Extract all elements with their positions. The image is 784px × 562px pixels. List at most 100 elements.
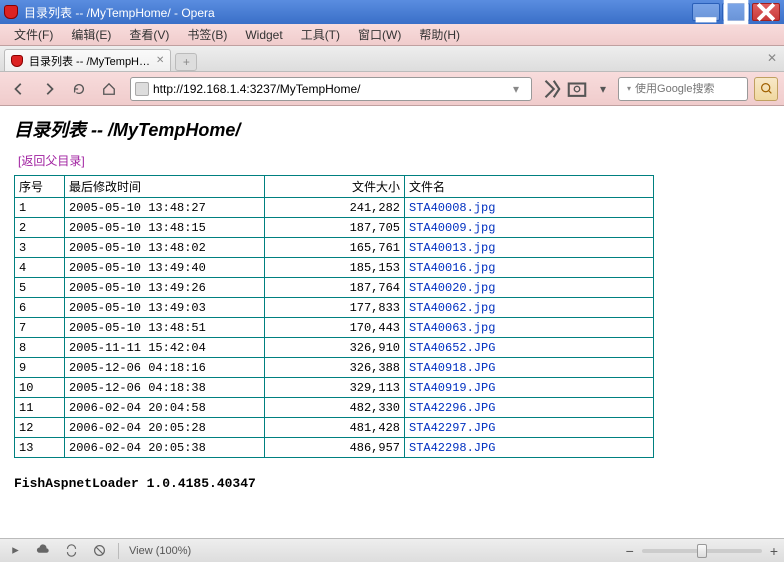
file-link[interactable]: STA42296.JPG — [409, 401, 495, 415]
zoom-slider-knob[interactable] — [697, 544, 707, 558]
zoom-in-icon[interactable]: + — [770, 543, 778, 559]
search-box[interactable]: ▾ — [618, 77, 748, 101]
block-icon[interactable] — [90, 542, 108, 560]
navigation-bar: ▾ ▾ ▾ — [0, 72, 784, 106]
menu-bookmarks[interactable]: 书签(B) — [179, 24, 235, 45]
zoom-slider[interactable] — [642, 549, 762, 553]
url-dropdown-icon[interactable]: ▾ — [513, 82, 527, 96]
cell-size: 185,153 — [265, 258, 405, 278]
cell-filename: STA40919.JPG — [405, 378, 654, 398]
back-button[interactable] — [6, 77, 32, 101]
cell-size: 170,443 — [265, 318, 405, 338]
cell-size: 482,330 — [265, 398, 405, 418]
cell-size: 329,113 — [265, 378, 405, 398]
fast-forward-button[interactable] — [540, 78, 562, 100]
cell-modified: 2005-05-10 13:48:02 — [65, 238, 265, 258]
cell-size: 481,428 — [265, 418, 405, 438]
panel-toggle-icon[interactable] — [6, 542, 24, 560]
home-button[interactable] — [96, 77, 122, 101]
cell-modified: 2005-05-10 13:48:51 — [65, 318, 265, 338]
server-signature: FishAspnetLoader 1.0.4185.40347 — [14, 476, 770, 491]
file-link[interactable]: STA40009.jpg — [409, 221, 495, 235]
cell-index: 5 — [15, 278, 65, 298]
search-engine-dropdown-icon[interactable]: ▾ — [627, 84, 631, 93]
file-link[interactable]: STA40062.jpg — [409, 301, 495, 315]
file-link[interactable]: STA40063.jpg — [409, 321, 495, 335]
address-bar[interactable]: ▾ — [130, 77, 532, 101]
table-row: 22005-05-10 13:48:15187,705STA40009.jpg — [15, 218, 654, 238]
tab-active[interactable]: 目录列表 -- /MyTempH… ✕ — [4, 49, 171, 71]
file-link[interactable]: STA40020.jpg — [409, 281, 495, 295]
file-link[interactable]: STA42297.JPG — [409, 421, 495, 435]
menu-widget[interactable]: Widget — [237, 26, 290, 44]
file-listing-table: 序号 最后修改时间 文件大小 文件名 12005-05-10 13:48:272… — [14, 175, 654, 458]
menu-tools[interactable]: 工具(T) — [293, 24, 348, 45]
minimize-button[interactable] — [692, 3, 720, 21]
table-row: 42005-05-10 13:49:40185,153STA40016.jpg — [15, 258, 654, 278]
cell-index: 2 — [15, 218, 65, 238]
cell-filename: STA40009.jpg — [405, 218, 654, 238]
menu-help[interactable]: 帮助(H) — [411, 24, 468, 45]
cloudsync-icon[interactable] — [34, 542, 52, 560]
table-row: 112006-02-04 20:04:58482,330STA42296.JPG — [15, 398, 654, 418]
tab-close-icon[interactable]: ✕ — [156, 55, 164, 66]
search-button[interactable] — [754, 77, 778, 101]
col-size: 文件大小 — [265, 176, 405, 198]
maximize-button[interactable] — [722, 3, 750, 21]
col-index: 序号 — [15, 176, 65, 198]
cell-modified: 2005-11-11 15:42:04 — [65, 338, 265, 358]
window-title: 目录列表 -- /MyTempHome/ - Opera — [24, 4, 215, 21]
sync-icon[interactable] — [62, 542, 80, 560]
tabstrip-close-icon[interactable]: ✕ — [764, 50, 780, 66]
file-link[interactable]: STA42298.JPG — [409, 441, 495, 455]
nav-dropdown-icon[interactable]: ▾ — [592, 78, 614, 100]
site-info-icon[interactable] — [135, 82, 149, 96]
cell-modified: 2006-02-04 20:05:28 — [65, 418, 265, 438]
cell-modified: 2005-05-10 13:49:03 — [65, 298, 265, 318]
cell-size: 486,957 — [265, 438, 405, 458]
forward-button[interactable] — [36, 77, 62, 101]
file-link[interactable]: STA40016.jpg — [409, 261, 495, 275]
table-row: 102005-12-06 04:18:38329,113STA40919.JPG — [15, 378, 654, 398]
reload-button[interactable] — [66, 77, 92, 101]
cell-index: 4 — [15, 258, 65, 278]
cell-filename: STA42297.JPG — [405, 418, 654, 438]
file-link[interactable]: STA40918.JPG — [409, 361, 495, 375]
cell-filename: STA40918.JPG — [405, 358, 654, 378]
cell-filename: STA40020.jpg — [405, 278, 654, 298]
close-button[interactable] — [752, 3, 780, 21]
cell-filename: STA40062.jpg — [405, 298, 654, 318]
cell-index: 3 — [15, 238, 65, 258]
back-to-parent-link[interactable]: [返回父目录] — [18, 154, 85, 168]
title-bar: 目录列表 -- /MyTempHome/ - Opera — [0, 0, 784, 24]
cell-index: 11 — [15, 398, 65, 418]
cell-size: 326,910 — [265, 338, 405, 358]
file-link[interactable]: STA40013.jpg — [409, 241, 495, 255]
menu-view[interactable]: 查看(V) — [121, 24, 177, 45]
cell-filename: STA40016.jpg — [405, 258, 654, 278]
cell-filename: STA40063.jpg — [405, 318, 654, 338]
cell-size: 326,388 — [265, 358, 405, 378]
menu-file[interactable]: 文件(F) — [6, 24, 61, 45]
table-row: 32005-05-10 13:48:02165,761STA40013.jpg — [15, 238, 654, 258]
file-link[interactable]: STA40652.JPG — [409, 341, 495, 355]
tab-bar: 目录列表 -- /MyTempH… ✕ + ✕ — [0, 46, 784, 72]
menu-edit[interactable]: 编辑(E) — [63, 24, 119, 45]
cell-index: 13 — [15, 438, 65, 458]
table-row: 92005-12-06 04:18:16326,388STA40918.JPG — [15, 358, 654, 378]
file-link[interactable]: STA40008.jpg — [409, 201, 495, 215]
menu-bar: 文件(F) 编辑(E) 查看(V) 书签(B) Widget 工具(T) 窗口(… — [0, 24, 784, 46]
cell-index: 9 — [15, 358, 65, 378]
cell-index: 7 — [15, 318, 65, 338]
zoom-out-icon[interactable]: − — [626, 543, 634, 559]
url-input[interactable] — [153, 82, 509, 96]
menu-window[interactable]: 窗口(W) — [350, 24, 409, 45]
file-link[interactable]: STA40919.JPG — [409, 381, 495, 395]
view-status-label[interactable]: View (100%) — [129, 545, 191, 557]
cell-filename: STA40652.JPG — [405, 338, 654, 358]
screenshot-button[interactable] — [566, 78, 588, 100]
table-row: 52005-05-10 13:49:26187,764STA40020.jpg — [15, 278, 654, 298]
new-tab-button[interactable]: + — [175, 53, 197, 71]
cell-index: 10 — [15, 378, 65, 398]
cell-size: 187,705 — [265, 218, 405, 238]
